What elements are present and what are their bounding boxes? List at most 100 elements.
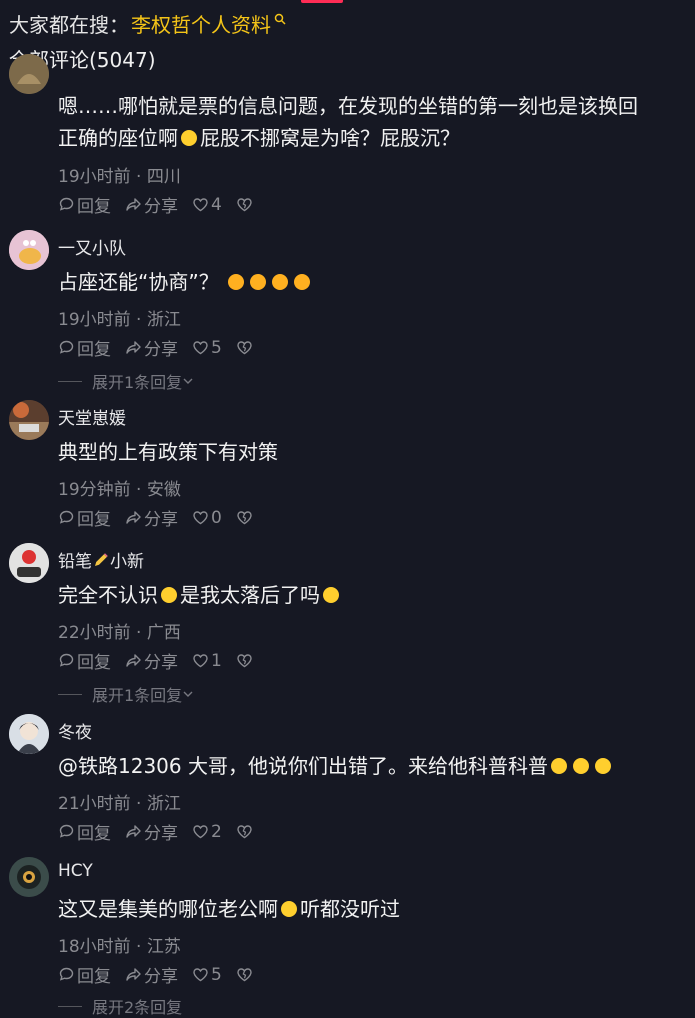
dislike-button[interactable] xyxy=(236,196,255,213)
comment-actions: 回复 分享 4 xyxy=(58,192,269,217)
comment-bubble-icon xyxy=(59,510,74,524)
share-icon xyxy=(126,825,141,838)
comment-meta: 21小时前 · 浙江 xyxy=(58,794,181,814)
share-button[interactable]: 分享 xyxy=(125,335,178,360)
comment-text: @铁路12306 大哥，他说你们出错了。来给他科普科普 xyxy=(58,750,695,782)
dislike-button[interactable] xyxy=(236,509,255,526)
broken-heart-icon xyxy=(237,341,252,355)
divider xyxy=(58,380,82,382)
share-button[interactable]: 分享 xyxy=(125,192,178,217)
avatar[interactable] xyxy=(9,714,49,754)
share-button[interactable]: 分享 xyxy=(125,505,178,530)
dislike-button[interactable] xyxy=(236,652,255,669)
comment-actions: 回复 分享 0 xyxy=(58,505,269,530)
chevron-down-icon xyxy=(183,378,193,384)
expand-replies-button[interactable]: 展开2条回复 xyxy=(58,994,182,1018)
comment-username[interactable]: 铅笔 小新 xyxy=(58,547,144,572)
heart-icon xyxy=(193,968,208,982)
like-button[interactable]: 2 xyxy=(192,822,222,842)
trending-search-keyword[interactable]: 李权哲个人资料 xyxy=(131,9,271,38)
emoji-icon xyxy=(323,586,339,603)
comment-bubble-icon xyxy=(59,340,74,354)
active-tab-indicator xyxy=(301,0,343,3)
divider xyxy=(58,693,82,695)
emoji-icon xyxy=(594,757,611,774)
dislike-button[interactable] xyxy=(236,966,255,983)
comment-text: 完全不认识 是我太落后了吗 xyxy=(58,579,695,611)
trending-search-bar[interactable]: 大家都在搜： 李权哲个人资料 xyxy=(9,6,286,40)
avatar[interactable] xyxy=(9,857,49,897)
avatar[interactable] xyxy=(9,230,49,270)
emoji-icon xyxy=(250,273,267,290)
comment-username[interactable]: 冬夜 xyxy=(58,718,92,743)
reply-button[interactable]: 回复 xyxy=(58,819,111,844)
emoji-icon xyxy=(161,586,177,603)
comment-bubble-icon xyxy=(59,653,74,667)
broken-heart-icon xyxy=(237,825,252,839)
divider xyxy=(58,1005,82,1007)
comment-actions: 回复 分享 1 xyxy=(58,648,269,673)
emoji-icon xyxy=(294,273,311,290)
dislike-button[interactable] xyxy=(236,823,255,840)
avatar[interactable] xyxy=(9,543,49,583)
like-count: 5 xyxy=(211,964,222,985)
comment-username[interactable]: 天堂崽媛 xyxy=(58,404,126,429)
broken-heart-icon xyxy=(237,198,252,212)
comment-meta: 19分钟前 · 安徽 xyxy=(58,480,181,500)
pencil-icon xyxy=(95,552,108,566)
comment-text: 典型的上有政策下有对策 xyxy=(58,440,278,464)
emoji-icon xyxy=(181,129,197,146)
comment-text: 嗯……哪怕就是票的信息问题，在发现的坐错的第一刻也是该换回 正确的座位啊 屁股不挪… xyxy=(58,94,638,150)
comment-text: 这又是集美的哪位老公啊 听都没听过 xyxy=(58,897,400,921)
heart-icon xyxy=(193,654,208,668)
comment-username[interactable]: HCY xyxy=(58,861,93,881)
comment-actions: 回复 分享 5 xyxy=(58,962,269,987)
heart-icon xyxy=(193,341,208,355)
heart-icon xyxy=(193,198,208,212)
comment-meta: 22小时前 · 广西 xyxy=(58,623,181,643)
comment-bubble-icon xyxy=(59,824,74,838)
heart-icon xyxy=(193,511,208,525)
like-count: 2 xyxy=(211,821,222,842)
like-count: 5 xyxy=(211,337,222,358)
share-icon xyxy=(126,968,141,981)
comment-meta: 18小时前 · 江苏 xyxy=(58,937,181,957)
broken-heart-icon xyxy=(237,968,252,982)
like-button[interactable]: 1 xyxy=(192,651,222,671)
like-button[interactable]: 5 xyxy=(192,338,222,358)
share-button[interactable]: 分享 xyxy=(125,819,178,844)
comment-text: 占座还能“协商”？ xyxy=(58,266,695,298)
broken-heart-icon xyxy=(237,511,252,525)
trending-search-prefix: 大家都在搜： xyxy=(9,12,129,37)
comment-actions: 回复 分享 2 xyxy=(58,819,269,844)
share-button[interactable]: 分享 xyxy=(125,962,178,987)
avatar[interactable] xyxy=(9,400,49,440)
comment-username[interactable]: 一又小队 xyxy=(58,234,126,259)
reply-button[interactable]: 回复 xyxy=(58,962,111,987)
emoji-icon xyxy=(550,757,567,774)
emoji-icon xyxy=(572,757,589,774)
share-icon xyxy=(126,341,141,354)
like-button[interactable]: 5 xyxy=(192,965,222,985)
share-button[interactable]: 分享 xyxy=(125,648,178,673)
chevron-down-icon xyxy=(183,691,193,697)
avatar[interactable] xyxy=(9,54,49,94)
like-count: 4 xyxy=(211,194,222,215)
emoji-icon xyxy=(272,273,289,290)
reply-button[interactable]: 回复 xyxy=(58,335,111,360)
comment-bubble-icon xyxy=(59,197,74,211)
dislike-button[interactable] xyxy=(236,339,255,356)
expand-replies-button[interactable]: 展开1条回复 xyxy=(58,682,194,706)
expand-replies-button[interactable]: 展开1条回复 xyxy=(58,369,194,393)
share-icon xyxy=(126,654,141,667)
like-button[interactable]: 4 xyxy=(192,195,222,215)
emoji-icon xyxy=(228,273,245,290)
reply-button[interactable]: 回复 xyxy=(58,505,111,530)
broken-heart-icon xyxy=(237,654,252,668)
reply-button[interactable]: 回复 xyxy=(58,192,111,217)
comment-actions: 回复 分享 5 xyxy=(58,335,269,360)
search-icon xyxy=(274,13,286,25)
comment-meta: 19小时前 · 四川 xyxy=(58,167,181,187)
reply-button[interactable]: 回复 xyxy=(58,648,111,673)
like-button[interactable]: 0 xyxy=(192,508,222,528)
